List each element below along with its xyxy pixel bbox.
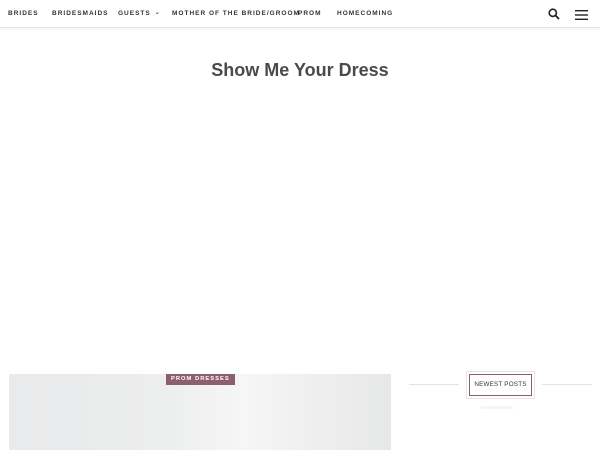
nav-item-mother-of-the-bride-groom[interactable]: MOTHER OF THE BRIDE/GROOM bbox=[172, 10, 300, 18]
top-navigation-bar: BRIDES BRIDESMAIDS GUESTS ⌄ MOTHER OF THE… bbox=[0, 0, 600, 28]
nav-item-guests-label: GUESTS bbox=[118, 10, 151, 17]
widget-divider-left bbox=[409, 384, 459, 385]
site-title[interactable]: Show Me Your Dress bbox=[0, 60, 600, 81]
hamburger-menu-icon[interactable] bbox=[575, 8, 588, 20]
featured-post-image[interactable] bbox=[9, 374, 391, 450]
nav-item-guests[interactable]: GUESTS ⌄ bbox=[118, 10, 161, 18]
widget-divider-right bbox=[542, 384, 592, 385]
category-tag-prom-dresses[interactable]: PROM DRESSES bbox=[166, 374, 235, 385]
nav-item-bridesmaids[interactable]: BRIDESMAIDS bbox=[52, 10, 109, 18]
chevron-down-icon: ⌄ bbox=[154, 10, 161, 16]
newest-posts-widget-title: NEWEST POSTS bbox=[469, 374, 532, 396]
newest-post-placeholder bbox=[481, 406, 513, 409]
nav-item-prom[interactable]: PROM bbox=[298, 10, 322, 18]
nav-item-homecoming[interactable]: HOMECOMING bbox=[337, 10, 393, 18]
nav-item-brides[interactable]: BRIDES bbox=[8, 10, 39, 18]
search-icon[interactable] bbox=[547, 7, 561, 21]
